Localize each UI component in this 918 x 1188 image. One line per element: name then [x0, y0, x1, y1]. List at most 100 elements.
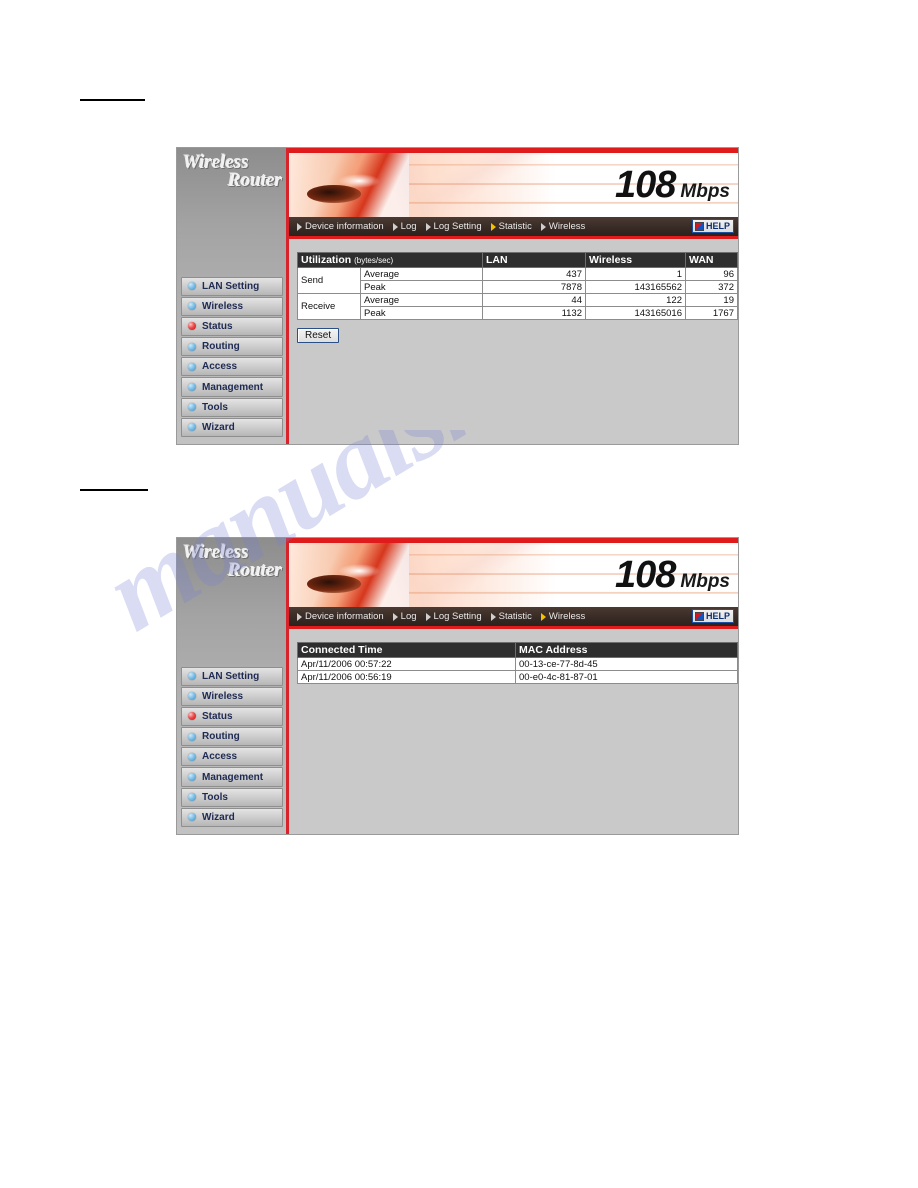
- sidebar-item-label: Status: [202, 320, 233, 332]
- sidebar-item-label: Access: [202, 361, 238, 373]
- led-icon: [188, 282, 196, 291]
- nav-item-statistic[interactable]: Statistic: [490, 611, 532, 622]
- led-icon: [188, 732, 196, 741]
- nav-item-log-setting[interactable]: Log Setting: [425, 221, 482, 232]
- nav-item-label: Log Setting: [433, 221, 482, 232]
- sidebar-item-lan-setting[interactable]: LAN Setting: [181, 276, 283, 296]
- table-row: Peak 7878 143165562 372: [298, 280, 738, 294]
- arrow-right-icon: [425, 222, 431, 231]
- sidebar-item-label: Management: [202, 771, 264, 783]
- help-button[interactable]: HELP: [691, 219, 734, 233]
- nav-item-log-setting[interactable]: Log Setting: [425, 611, 482, 622]
- table-title-unit: (bytes/sec): [354, 256, 394, 265]
- banner-speed-unit: Mbps: [680, 571, 730, 592]
- sidebar-item-status[interactable]: Status: [181, 316, 283, 337]
- help-button-label: HELP: [705, 611, 730, 621]
- sidebar-item-wireless[interactable]: Wireless: [181, 686, 283, 706]
- brand-logo-line2: Router: [228, 560, 282, 581]
- utilization-table: Utilization (bytes/sec) LAN Wireless WAN…: [297, 252, 738, 320]
- arrow-right-icon: [297, 222, 302, 231]
- cell-wan: 19: [685, 293, 738, 307]
- cell-wireless: 1: [585, 267, 686, 281]
- sidebar-item-label: Routing: [202, 341, 240, 353]
- nav-item-device-information[interactable]: Device information: [297, 221, 384, 232]
- banner-speed-unit: Mbps: [680, 181, 730, 202]
- sidebar-item-routing[interactable]: Routing: [181, 337, 283, 357]
- cell-lan: 44: [482, 293, 586, 307]
- metric-label: Peak: [360, 280, 483, 294]
- cell-mac-address: 00-13-ce-77-8d-45: [515, 657, 738, 671]
- sidebar-item-management[interactable]: Management: [181, 767, 283, 787]
- sidebar-item-wireless[interactable]: Wireless: [181, 296, 283, 316]
- sidebar-item-label: LAN Setting: [202, 280, 260, 292]
- sidebar-item-lan-setting[interactable]: LAN Setting: [181, 666, 283, 686]
- banner-speed-value: 108: [614, 164, 676, 206]
- sidebar-menu-2: LAN Setting Wireless Status Routing Acce…: [177, 666, 286, 829]
- led-icon: [188, 773, 196, 782]
- nav-item-label: Device information: [305, 221, 384, 232]
- cell-connected-time: Apr/11/2006 00:57:22: [297, 657, 516, 671]
- cell-lan: 437: [482, 267, 586, 281]
- nav-item-log[interactable]: Log: [392, 221, 417, 232]
- sidebar-item-label: Management: [202, 381, 264, 393]
- sidebar-item-tools[interactable]: Tools: [181, 787, 283, 807]
- led-icon: [188, 302, 196, 311]
- banner-speed-logo: 108 Mbps: [615, 556, 730, 594]
- sidebar-item-label: Wireless: [202, 300, 244, 312]
- sidebar-item-label: Tools: [202, 401, 228, 413]
- cell-wireless: 143165016: [585, 306, 686, 320]
- wireless-clients-table: Connected Time MAC Address Apr/11/2006 0…: [297, 642, 738, 684]
- header-banner-2: 108 Mbps: [289, 543, 738, 607]
- arrow-right-icon: [392, 222, 398, 231]
- router-ui-panel-wireless: Wireless Router LAN Setting Wireless Sta…: [176, 537, 739, 835]
- table-row: Apr/11/2006 00:57:22 00-13-ce-77-8d-45: [297, 657, 738, 671]
- help-icon: [694, 221, 704, 231]
- sidebar-item-access[interactable]: Access: [181, 357, 283, 377]
- sidebar-item-wizard[interactable]: Wizard: [181, 417, 283, 437]
- row-group-receive: Receive: [297, 293, 361, 320]
- brand-logo-1: Wireless Router: [177, 148, 286, 190]
- sidebar-item-routing[interactable]: Routing: [181, 727, 283, 747]
- led-icon: [188, 692, 196, 701]
- help-button[interactable]: HELP: [691, 609, 734, 623]
- sidebar-panel-1: Wireless Router LAN Setting Wireless Sta…: [177, 148, 289, 444]
- table-title-cell: Utilization (bytes/sec): [297, 252, 483, 268]
- sidebar-item-label: Routing: [202, 731, 240, 743]
- column-header-lan: LAN: [482, 252, 586, 268]
- column-header-connected-time: Connected Time: [297, 642, 516, 658]
- led-icon: [188, 403, 196, 412]
- sidebar-item-tools[interactable]: Tools: [181, 397, 283, 417]
- led-icon: [188, 383, 196, 392]
- cell-wireless: 143165562: [585, 280, 686, 294]
- arrow-right-active-icon: [490, 222, 496, 231]
- arrow-right-active-icon: [540, 612, 546, 621]
- nav-item-wireless[interactable]: Wireless: [540, 221, 586, 232]
- section-divider-middle: [80, 489, 148, 491]
- led-icon: [188, 813, 196, 822]
- brand-logo-2: Wireless Router: [177, 538, 286, 580]
- sidebar-item-label: LAN Setting: [202, 670, 260, 682]
- content-area-1: 108 Mbps Device information Log Log Sett…: [289, 148, 738, 444]
- arrow-right-icon: [490, 612, 496, 621]
- nav-item-statistic[interactable]: Statistic: [490, 221, 532, 232]
- sidebar-item-wizard[interactable]: Wizard: [181, 807, 283, 827]
- arrow-right-icon: [540, 222, 546, 231]
- nav-item-label: Wireless: [548, 221, 586, 232]
- reset-button[interactable]: Reset: [297, 328, 340, 343]
- nav-item-wireless[interactable]: Wireless: [540, 611, 585, 622]
- cell-lan: 7878: [482, 280, 586, 294]
- column-header-wan: WAN: [685, 252, 738, 268]
- nav-item-label: Log: [400, 611, 417, 622]
- brand-logo-line2: Router: [228, 170, 282, 191]
- nav-item-label: Device information: [305, 611, 384, 622]
- help-icon: [694, 611, 704, 621]
- sidebar-item-status[interactable]: Status: [181, 706, 283, 727]
- nav-item-log[interactable]: Log: [392, 611, 417, 622]
- nav-item-device-information[interactable]: Device information: [297, 611, 384, 622]
- led-active-icon: [188, 712, 196, 721]
- sidebar-item-access[interactable]: Access: [181, 747, 283, 767]
- sidebar-item-label: Wireless: [202, 690, 244, 702]
- sidebar-item-management[interactable]: Management: [181, 377, 283, 397]
- cell-wan: 1767: [685, 306, 738, 320]
- table-row: Apr/11/2006 00:56:19 00-e0-4c-81-87-01: [297, 670, 738, 684]
